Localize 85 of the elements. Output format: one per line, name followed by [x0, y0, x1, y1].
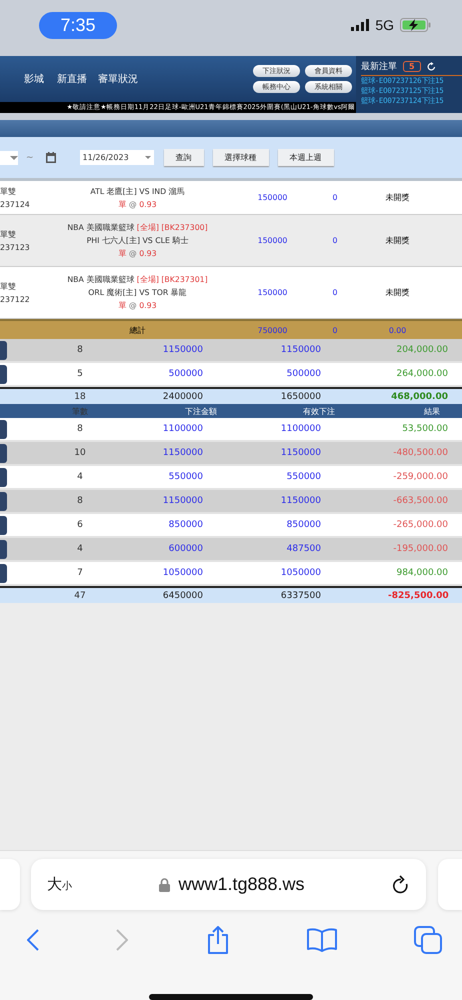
share-icon[interactable]: [206, 926, 230, 954]
table-cell-text: -265,000.00: [392, 520, 449, 530]
table-cell-text: 1050000: [162, 568, 204, 578]
filter-button[interactable]: 選擇球種: [212, 149, 269, 166]
table-cell-text: 4: [76, 544, 84, 554]
table-cell-text: 500000: [168, 369, 204, 379]
network-label: 5G: [375, 17, 394, 33]
table-cell-text: 1150000: [162, 345, 204, 355]
table-cell-text: 10: [73, 448, 87, 458]
nav-link[interactable]: 審單狀況: [98, 72, 138, 86]
table-cell-text: 6337500: [280, 590, 322, 600]
table-cell-text: 550000: [286, 472, 322, 482]
table-cell-text: 600000: [168, 544, 204, 554]
row-tab[interactable]: [0, 492, 7, 510]
column-header: 結果: [423, 406, 441, 416]
table-cell-text: 8: [76, 424, 84, 434]
table-cell-text: 5: [76, 369, 84, 379]
caret-icon: [10, 156, 18, 160]
table-cell-text: 264,000.00: [395, 369, 449, 379]
table-cell-text: 8: [76, 345, 84, 355]
table-cell-text: -195,000.00: [392, 544, 449, 554]
table-cell-text: 204,000.00: [395, 345, 449, 355]
table-cell-text: -480,500.00: [392, 448, 449, 458]
table-cell-text: 4: [76, 472, 84, 482]
row-tab[interactable]: [0, 420, 7, 438]
row-tab[interactable]: [0, 364, 7, 384]
table-cell-text: 7: [76, 568, 84, 578]
table-cell-text: -825,500.00: [388, 590, 450, 600]
calendar-icon[interactable]: [46, 152, 56, 163]
lock-icon: [159, 878, 170, 892]
column-header: 有效下注: [302, 406, 336, 416]
row-tab[interactable]: [0, 564, 7, 582]
table-cell-text: 53,500.00: [401, 424, 449, 434]
table-cell-text: 6450000: [162, 590, 204, 600]
signal-icon: [351, 19, 370, 31]
table-cell-text: 1100000: [280, 424, 322, 434]
book-icon[interactable]: [306, 928, 337, 952]
table-cell-text: 1150000: [280, 345, 322, 355]
table-cell-text: 1150000: [280, 448, 322, 458]
text-size-button[interactable]: 大小: [47, 875, 72, 894]
table-cell-text: 2400000: [162, 392, 204, 402]
tabs-icon[interactable]: [414, 926, 442, 954]
date-dropdown[interactable]: 11/26/2023: [80, 150, 154, 165]
table-cell-text: -663,500.00: [392, 496, 449, 506]
table-cell-text: 6: [76, 520, 84, 530]
row-tab[interactable]: [0, 516, 7, 534]
row-tab[interactable]: [0, 468, 7, 486]
table-cell-text: 1150000: [280, 496, 322, 506]
address-bar[interactable]: 大小 www1.tg888.ws: [31, 859, 426, 910]
table-cell-text: 47: [73, 590, 87, 600]
url-text: www1.tg888.ws: [178, 874, 305, 895]
table-cell-text: 18: [73, 392, 87, 402]
table-cell-text: 1150000: [162, 496, 204, 506]
table-cell-text: 550000: [168, 472, 204, 482]
refresh-icon[interactable]: [426, 62, 436, 71]
table-cell-text: -259,000.00: [392, 472, 449, 482]
row-tab[interactable]: [0, 444, 7, 462]
battery-charging-icon: [400, 18, 432, 32]
date-dropdown[interactable]: [0, 150, 18, 164]
panel-title: 最新注單: [361, 60, 397, 73]
table-cell-text: 1650000: [280, 392, 322, 402]
table-cell-text: 850000: [168, 520, 204, 530]
table-cell-text: 1150000: [162, 448, 204, 458]
nav-link[interactable]: 影城: [24, 72, 44, 86]
table-cell-text: 487500: [286, 544, 322, 554]
back-icon[interactable]: [27, 929, 39, 951]
column-header: 筆數: [71, 406, 89, 416]
row-tab[interactable]: [0, 340, 7, 360]
row-tab[interactable]: [0, 540, 7, 558]
table-cell-text: 1050000: [280, 568, 322, 578]
table-cell-text: 850000: [286, 520, 322, 530]
column-header: 下注金額: [184, 406, 218, 416]
filter-button[interactable]: 本週上週: [278, 149, 334, 166]
count-badge: 5: [403, 61, 421, 72]
filter-button[interactable]: 查詢: [164, 149, 204, 166]
table-cell-text: 468,000.00: [390, 392, 449, 402]
table-cell-text: 500000: [286, 369, 322, 379]
caret-icon: [144, 156, 151, 159]
table-cell-text: 984,000.00: [395, 568, 449, 578]
table-cell-text: 1100000: [162, 424, 204, 434]
nav-link[interactable]: 新直播: [57, 72, 87, 86]
reload-icon[interactable]: [392, 874, 410, 894]
range-separator: ~: [26, 152, 34, 162]
table-cell-text: 8: [76, 496, 84, 506]
clock-time: 7:35: [39, 12, 117, 38]
